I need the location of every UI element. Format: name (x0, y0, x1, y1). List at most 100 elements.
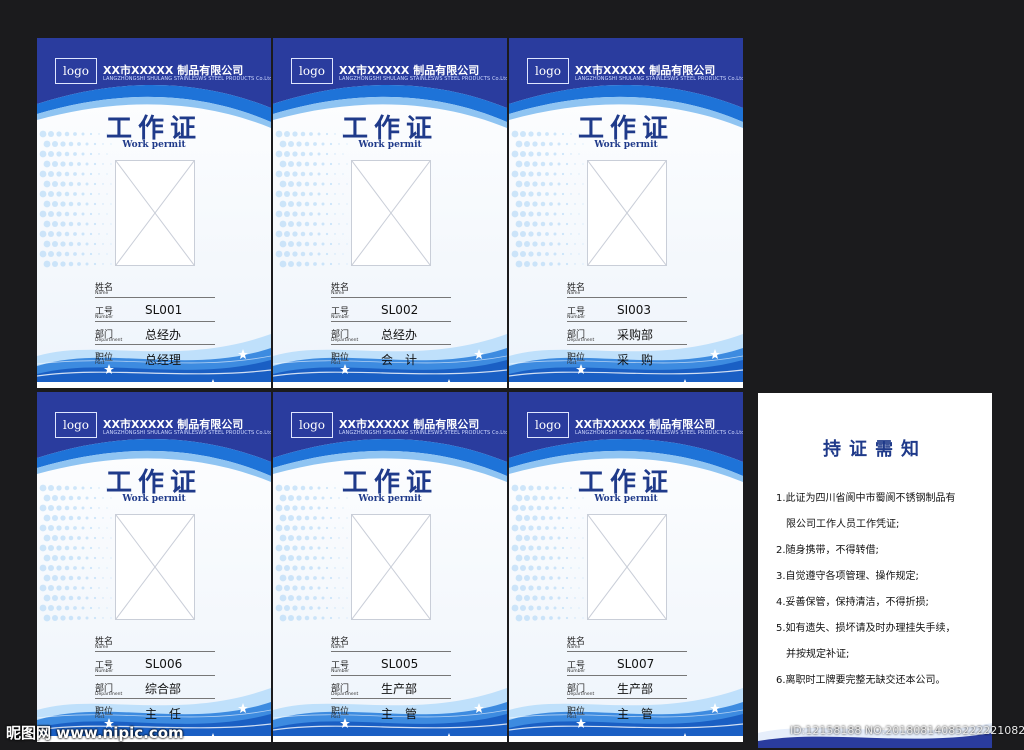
name-line (95, 297, 215, 298)
notice-title: 持证需知 (823, 439, 927, 460)
number-value: SL001 (145, 303, 183, 317)
post-label-en: Post (567, 361, 577, 366)
post-label-en: Post (331, 361, 341, 366)
department-line (567, 698, 687, 699)
work-badge-card: logo XX市XXXXX 制品有限公司 LANGZHONGSHI SHULANG … (509, 392, 743, 742)
photo-cross-icon (116, 515, 194, 619)
department-label-en: Department (331, 338, 359, 343)
badge-subtitle: Work permit (122, 140, 186, 150)
post-value: 会 计 (381, 353, 418, 367)
photo-cross-icon (352, 515, 430, 619)
post-value: 总经理 (145, 353, 182, 367)
department-label-en: Department (95, 338, 123, 343)
work-badge-card: logo XX市XXXXX 制品有限公司 LANGZHONGSHI SHULANG … (37, 38, 271, 388)
notice-line: 5.如有遗失、损坏请及时办理挂失手续， (776, 623, 956, 634)
number-label-en: Number (567, 669, 586, 674)
department-label-en: Department (567, 338, 595, 343)
department-label-en: Department (95, 692, 123, 697)
notice-line: 2.随身携带，不得转借; (776, 545, 879, 556)
company-name-en: LANGZHONGSHI SHULANG STAINLESWS STEEL PR… (575, 76, 743, 82)
number-line (567, 321, 687, 322)
number-line (331, 321, 451, 322)
department-value: 总经办 (381, 328, 418, 342)
logo-placeholder: logo (291, 58, 333, 84)
name-label-en: Name (95, 291, 109, 296)
badge-subtitle: Work permit (122, 494, 186, 504)
work-badge-card: logo XX市XXXXX 制品有限公司 LANGZHONGSHI SHULANG … (509, 38, 743, 388)
notice-line: 限公司工作人员工作凭证; (786, 519, 900, 530)
number-label-en: Number (95, 315, 114, 320)
number-label-en: Number (95, 669, 114, 674)
department-line (331, 698, 451, 699)
photo-placeholder (351, 514, 431, 620)
logo-placeholder: logo (55, 412, 97, 438)
logo-placeholder: logo (527, 412, 569, 438)
name-line (331, 651, 451, 652)
number-value: SL002 (381, 303, 419, 317)
post-label-en: Post (331, 715, 341, 720)
notice-card: 持证需知 1.此证为四川省阆中市蜀阆不锈钢制品有 限公司工作人员工作凭证; 2.… (758, 393, 992, 748)
badge-subtitle: Work permit (358, 494, 422, 504)
number-value: SL007 (617, 657, 655, 671)
number-label-en: Number (331, 315, 350, 320)
department-value: 生产部 (381, 682, 418, 696)
post-value: 主 管 (617, 707, 654, 721)
post-label-en: Post (95, 361, 105, 366)
post-value: 主 任 (145, 707, 182, 721)
post-value: 主 管 (381, 707, 418, 721)
post-label-en: Post (567, 715, 577, 720)
name-label-en: Name (567, 291, 581, 296)
badge-subtitle: Work permit (594, 494, 658, 504)
name-line (331, 297, 451, 298)
photo-placeholder (587, 160, 667, 266)
work-badge-card: logo XX市XXXXX 制品有限公司 LANGZHONGSHI SHULANG … (37, 392, 271, 742)
name-label-en: Name (331, 645, 345, 650)
watermark-id: ID:12158188 NO:20180814085222221082 (790, 724, 1024, 737)
notice-line: 1.此证为四川省阆中市蜀阆不锈钢制品有 (776, 493, 956, 504)
badge-subtitle: Work permit (594, 140, 658, 150)
department-value: 采购部 (617, 328, 654, 342)
name-line (95, 651, 215, 652)
department-line (331, 344, 451, 345)
number-label-en: Number (331, 669, 350, 674)
name-label-en: Name (95, 645, 109, 650)
notice-line: 4.妥善保管，保持清洁，不得折损; (776, 597, 929, 608)
watermark-site: 昵图网 www.nipic.com (6, 724, 184, 742)
company-name-en: LANGZHONGSHI SHULANG STAINLESWS STEEL PR… (339, 76, 507, 82)
name-line (567, 651, 687, 652)
work-badge-card: logo XX市XXXXX 制品有限公司 LANGZHONGSHI SHULANG … (273, 392, 507, 742)
department-line (567, 344, 687, 345)
photo-placeholder (587, 514, 667, 620)
department-line (95, 344, 215, 345)
company-name-en: LANGZHONGSHI SHULANG STAINLESWS STEEL PR… (575, 430, 743, 436)
company-name-en: LANGZHONGSHI SHULANG STAINLESWS STEEL PR… (103, 430, 271, 436)
badge-subtitle: Work permit (358, 140, 422, 150)
department-value: 综合部 (145, 682, 182, 696)
number-line (567, 675, 687, 676)
name-label-en: Name (331, 291, 345, 296)
work-badge-card: logo XX市XXXXX 制品有限公司 LANGZHONGSHI SHULANG … (273, 38, 507, 388)
photo-cross-icon (116, 161, 194, 265)
number-value: SI003 (617, 303, 652, 317)
company-name-en: LANGZHONGSHI SHULANG STAINLESWS STEEL PR… (103, 76, 271, 82)
name-line (567, 297, 687, 298)
photo-placeholder (351, 160, 431, 266)
photo-placeholder (115, 160, 195, 266)
notice-line: 6.离职时工牌要完整无缺交还本公司。 (776, 675, 946, 686)
notice-line: 3.自觉遵守各项管理、操作规定; (776, 571, 919, 582)
department-value: 总经办 (145, 328, 182, 342)
post-value: 采 购 (617, 353, 654, 367)
number-label-en: Number (567, 315, 586, 320)
photo-cross-icon (352, 161, 430, 265)
post-label-en: Post (95, 715, 105, 720)
logo-placeholder: logo (291, 412, 333, 438)
name-label-en: Name (567, 645, 581, 650)
logo-placeholder: logo (55, 58, 97, 84)
department-label-en: Department (331, 692, 359, 697)
company-name-en: LANGZHONGSHI SHULANG STAINLESWS STEEL PR… (339, 430, 507, 436)
department-line (95, 698, 215, 699)
number-line (331, 675, 451, 676)
number-value: SL006 (145, 657, 183, 671)
logo-placeholder: logo (527, 58, 569, 84)
photo-cross-icon (588, 515, 666, 619)
